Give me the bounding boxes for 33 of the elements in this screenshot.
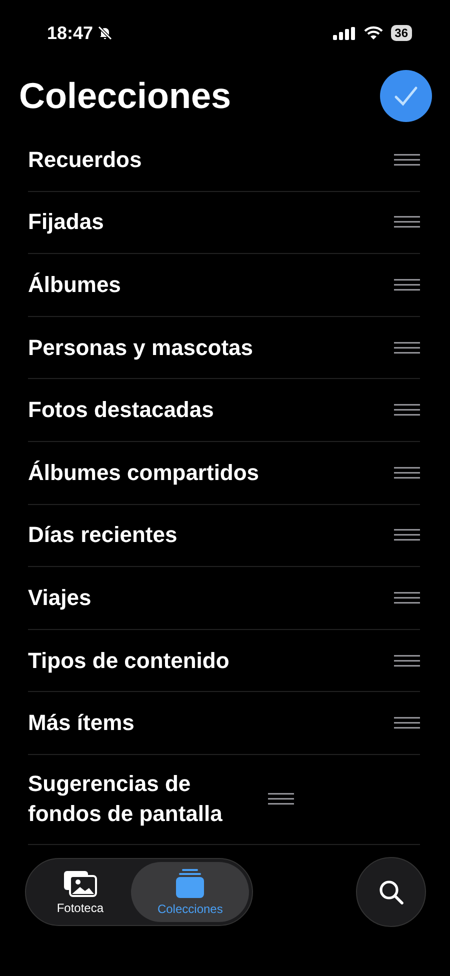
collection-label[interactable]: Sugerencias de fondos de pantalla — [28, 769, 268, 830]
collection-label[interactable]: Días recientes — [28, 520, 394, 550]
collection-label[interactable]: Viajes — [28, 582, 394, 613]
tab-button[interactable]: Fototeca — [29, 862, 132, 922]
collection-label[interactable]: Más ítems — [28, 708, 394, 738]
status-time: 18:47 — [47, 22, 94, 44]
reorder-handle-icon[interactable] — [394, 278, 420, 291]
reorder-handle-icon[interactable] — [394, 654, 420, 667]
signal-icon — [332, 26, 355, 40]
search-icon — [378, 879, 404, 905]
collection-label[interactable]: Álbumes — [28, 270, 394, 300]
reorder-handle-icon[interactable] — [394, 342, 420, 354]
collection-label[interactable]: Tipos de contenido — [28, 646, 394, 676]
reorder-handle-icon[interactable] — [394, 529, 420, 542]
reorder-handle-icon[interactable] — [394, 216, 420, 228]
reorder-handle-icon[interactable] — [394, 717, 420, 730]
page-title: Colecciones — [19, 75, 232, 117]
battery-level: 36 — [390, 25, 412, 41]
collection-label[interactable]: Álbumes compartidos — [28, 458, 394, 488]
done-button[interactable] — [380, 70, 432, 122]
wifi-icon — [364, 26, 383, 40]
reorder-handle-icon[interactable] — [394, 404, 420, 416]
reorder-handle-icon[interactable] — [394, 592, 420, 604]
reorder-handle-icon[interactable] — [394, 154, 420, 166]
tab-button[interactable]: Colecciones — [131, 862, 249, 922]
checkmark-icon — [394, 86, 418, 106]
photos-icon — [63, 870, 98, 896]
collection-label[interactable]: Personas y mascotas — [28, 332, 394, 363]
collection-label[interactable]: Recuerdos — [28, 144, 394, 175]
collection-label[interactable]: Fijadas — [28, 207, 394, 238]
collection-label[interactable]: Fotos destacadas — [28, 395, 394, 426]
stack-icon — [176, 868, 204, 898]
reorder-handle-icon[interactable] — [394, 466, 420, 479]
